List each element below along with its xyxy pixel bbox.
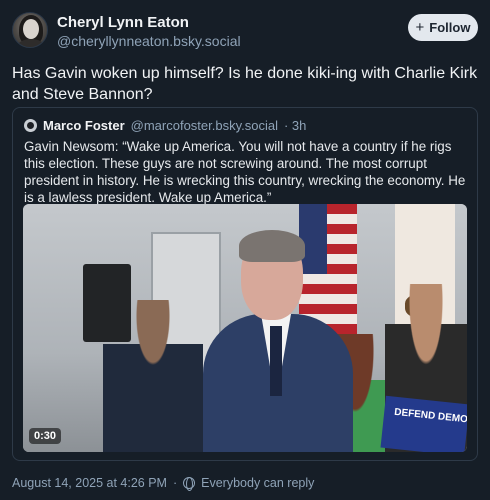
reply-visibility[interactable]: Everybody can reply <box>201 476 314 490</box>
quoted-post-header: Marco Foster @marcofoster.bsky.social · … <box>24 117 306 133</box>
footer-separator: · <box>172 476 178 490</box>
quoted-post[interactable]: Marco Foster @marcofoster.bsky.social · … <box>12 107 478 461</box>
quoted-post-time: · 3h <box>283 117 307 133</box>
globe-icon <box>183 477 196 491</box>
plus-icon: + <box>415 19 425 36</box>
follow-button[interactable]: + Follow <box>408 14 478 41</box>
quoted-author-avatar[interactable] <box>24 118 37 132</box>
post-footer: August 14, 2025 at 4:26 PM · Everybody c… <box>12 476 314 491</box>
quoted-post-text: Gavin Newsom: “Wake up America. You will… <box>24 139 466 205</box>
avatar-face <box>23 19 39 39</box>
video-sign: DEFEND DEMO <box>380 395 467 452</box>
follow-label: Follow <box>429 20 471 35</box>
post-date: August 14, 2025 at 4:26 PM <box>12 476 167 490</box>
quoted-author-handle[interactable]: @marcofoster.bsky.social <box>131 118 278 133</box>
video-player[interactable]: DEFEND DEMO 0:30 <box>23 204 467 452</box>
author-name[interactable]: Cheryl Lynn Eaton <box>57 14 189 31</box>
video-duration: 0:30 <box>29 428 62 444</box>
avatar-shirt <box>17 39 45 47</box>
video-main-speaker <box>203 230 353 452</box>
author-handle[interactable]: @cheryllynneaton.bsky.social <box>57 33 241 49</box>
video-person-left <box>103 300 203 452</box>
post-header: Cheryl Lynn Eaton @cheryllynneaton.bsky.… <box>12 12 478 52</box>
post-text: Has Gavin woken up himself? Is he done k… <box>12 65 478 103</box>
quoted-author-name[interactable]: Marco Foster <box>43 118 125 133</box>
author-avatar[interactable] <box>12 12 48 48</box>
